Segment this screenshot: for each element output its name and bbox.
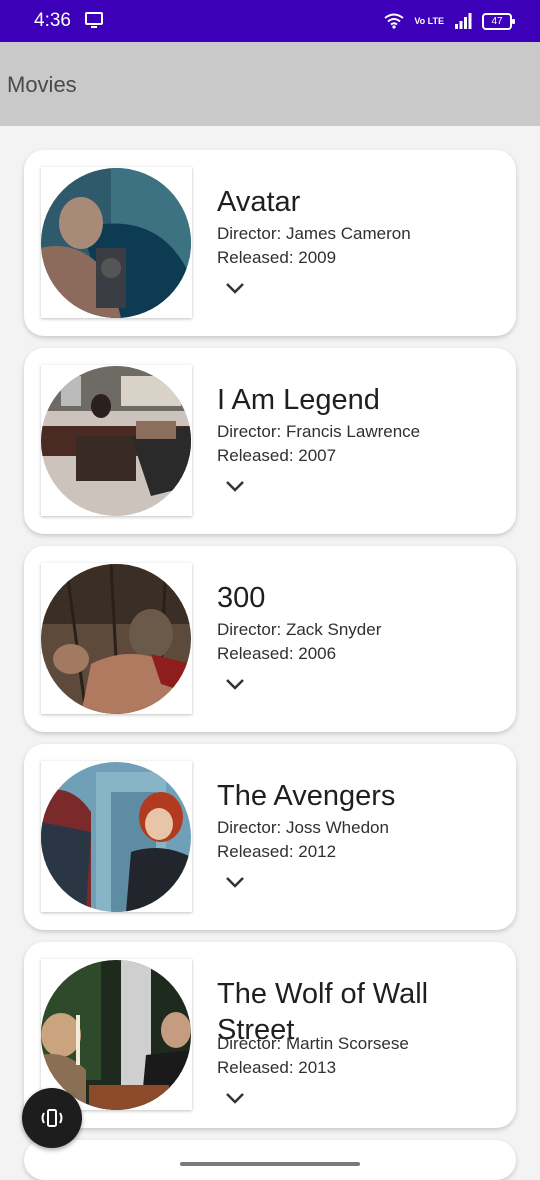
movie-card[interactable]: The Avengers Director: Joss Whedon Relea… — [24, 744, 516, 930]
movie-poster — [41, 959, 192, 1110]
poster-image — [41, 366, 191, 516]
movie-card[interactable]: The Wolf of Wall Street Director: Martin… — [24, 942, 516, 1128]
movie-poster — [41, 167, 192, 318]
movie-director: Director: Joss Whedon — [217, 818, 389, 837]
status-time: 4:36 — [34, 10, 71, 31]
movie-list[interactable]: Avatar Director: James Cameron Released:… — [0, 126, 540, 1170]
movie-director: Director: Martin Scorsese — [217, 1034, 409, 1053]
movie-director: Director: Francis Lawrence — [217, 422, 421, 441]
movie-director: Director: Zack Snyder — [217, 620, 382, 639]
movie-released: Released: 2009 — [217, 248, 337, 267]
movie-poster — [41, 365, 192, 516]
movie-poster — [41, 761, 192, 912]
status-bar: 4:36 Vo LTE 47 — [0, 0, 540, 42]
movie-released: Released: 2007 — [217, 446, 337, 465]
status-icons: Vo LTE 47 — [384, 11, 515, 31]
movie-released: Released: 2006 — [217, 644, 337, 663]
cast-icon — [85, 12, 103, 28]
poster-image — [41, 960, 191, 1110]
battery-icon: 47 — [482, 12, 515, 30]
movie-card[interactable]: I Am Legend Director: Francis Lawrence R… — [24, 348, 516, 534]
app-bar: Movies — [0, 42, 540, 126]
movie-title: 300 — [217, 582, 266, 614]
poster-image — [41, 564, 191, 714]
movie-poster — [41, 563, 192, 714]
page-title: Movies — [7, 72, 77, 97]
movie-title: I Am Legend — [217, 384, 380, 416]
screen-rotate-icon — [41, 1109, 63, 1127]
volte-label: Vo LTE — [414, 15, 444, 26]
chevron-down-icon[interactable] — [225, 480, 245, 494]
movie-released: Released: 2012 — [217, 842, 337, 861]
rotate-screen-button[interactable] — [22, 1088, 82, 1148]
movie-director: Director: James Cameron — [217, 224, 411, 243]
poster-image — [41, 168, 191, 318]
chevron-down-icon[interactable] — [225, 282, 245, 296]
wifi-icon — [384, 13, 404, 29]
signal-icon — [455, 13, 472, 29]
chevron-down-icon[interactable] — [225, 1092, 245, 1106]
movie-card-partial[interactable] — [24, 1140, 516, 1180]
movie-title: The Avengers — [217, 780, 396, 812]
chevron-down-icon[interactable] — [225, 876, 245, 890]
movie-card[interactable]: 300 Director: Zack Snyder Released: 2006 — [24, 546, 516, 732]
chevron-down-icon[interactable] — [225, 678, 245, 692]
movie-card[interactable]: Avatar Director: James Cameron Released:… — [24, 150, 516, 336]
movie-released: Released: 2013 — [217, 1058, 337, 1077]
home-indicator[interactable] — [180, 1162, 360, 1166]
movie-title: Avatar — [217, 186, 301, 218]
poster-image — [41, 762, 191, 912]
